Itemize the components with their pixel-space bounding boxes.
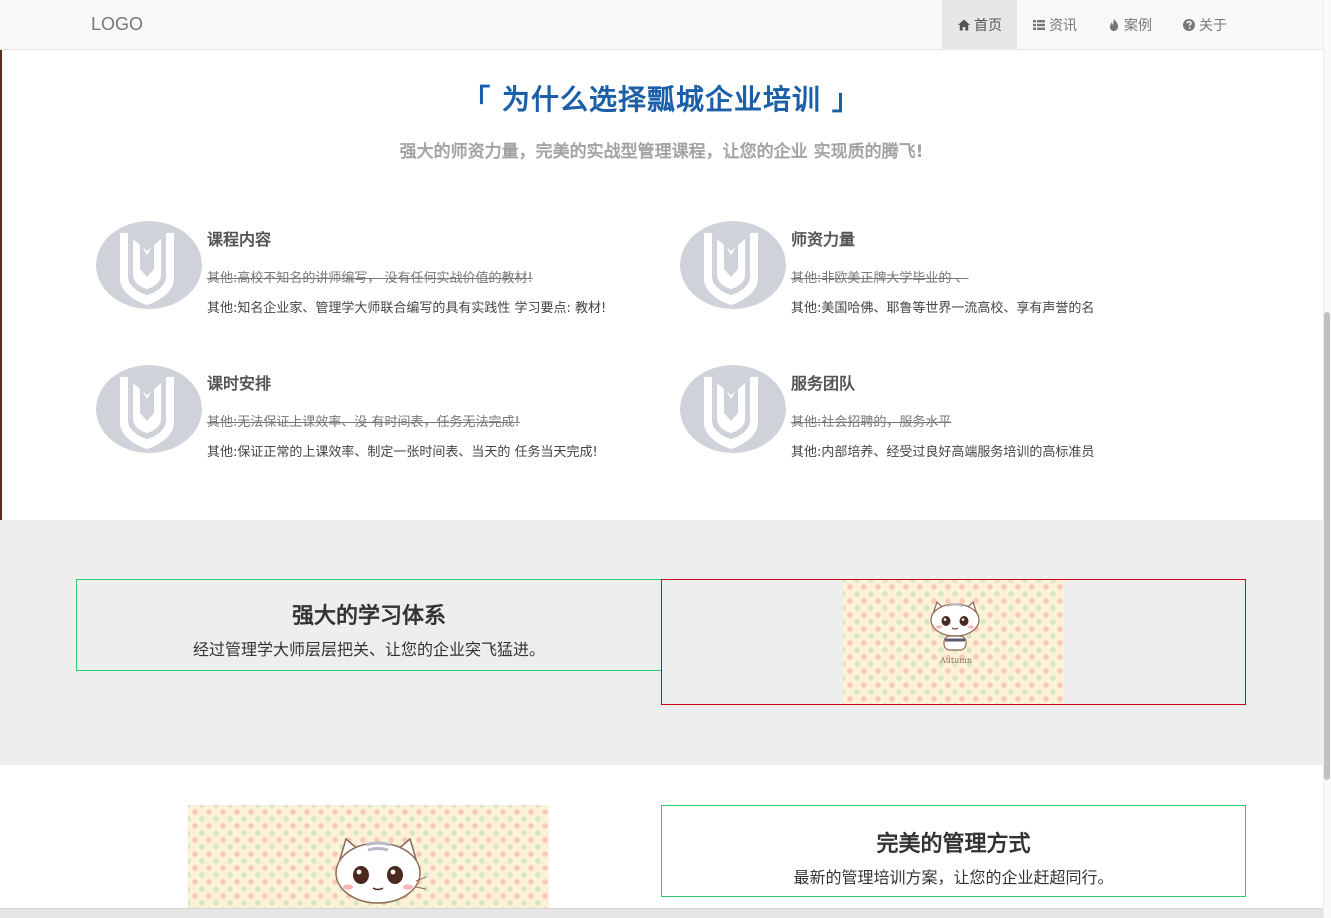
feature-title: 师资力量 — [791, 230, 856, 249]
logo[interactable]: LOGO — [91, 14, 143, 35]
feature-badge — [680, 365, 786, 453]
fire-icon — [1107, 18, 1121, 32]
nav-item-home[interactable]: 首页 — [942, 0, 1017, 49]
feature-old-text: 其他:无法保证上课效率、没 有时间表，任务无法完成! — [207, 415, 520, 430]
nav-item-cases[interactable]: 案例 — [1092, 0, 1167, 49]
feature-badge — [96, 221, 202, 309]
management-method-textbox: 完美的管理方式 最新的管理培训方案，让您的企业赶超同行。 — [661, 805, 1246, 897]
feature-title: 服务团队 — [791, 374, 856, 393]
feature-old-text: 其他:社会招聘的，服务水平 — [791, 415, 952, 430]
nav-label-home: 首页 — [974, 17, 1002, 34]
image-caption: Autumn — [940, 656, 973, 665]
cat-illustration-image: Autumn — [843, 580, 1064, 704]
feature-badge — [680, 221, 786, 309]
book-emblem-icon — [704, 233, 758, 305]
cat-icon — [930, 600, 980, 651]
section-title: 强大的学习体系 — [291, 604, 446, 629]
feature-new-text: 其他:知名企业家、管理学大师联合编写的具有实践性 学习要点: 教材! — [207, 301, 607, 316]
nav-label-cases: 案例 — [1124, 17, 1152, 34]
feature-course-content: 课程内容 其他:高校不知名的讲师编写， 没有任何实战价值的教材! 其他:知名企业… — [96, 221, 656, 321]
learning-system-textbox: 强大的学习体系 经过管理学大师层层把关、让您的企业突飞猛进。 — [76, 579, 662, 671]
question-circle-icon — [1182, 18, 1196, 32]
cat-illustration-large-image — [188, 805, 549, 918]
nav-menu: 首页 资讯 案例 关于 — [942, 0, 1242, 50]
book-emblem-icon — [120, 377, 174, 449]
page-title: 「 为什么选择瓢城企业培训 」 — [462, 83, 861, 116]
nav-label-news: 资讯 — [1049, 17, 1077, 34]
home-icon — [957, 18, 971, 32]
feature-new-text: 其他:内部培养、经受过良好高端服务培训的高标准员 — [791, 445, 1095, 460]
book-emblem-icon — [704, 377, 758, 449]
feature-schedule: 课时安排 其他:无法保证上课效率、没 有时间表，任务无法完成! 其他:保证正常的… — [96, 365, 656, 465]
page-subtitle: 强大的师资力量，完美的实战型管理课程，让您的企业 实现质的腾飞! — [399, 142, 924, 162]
feature-old-text: 其他:非欧美正牌大学毕业的 、 — [791, 271, 969, 286]
cat-icon — [335, 837, 426, 904]
section-title: 完美的管理方式 — [876, 832, 1031, 857]
section-desc: 最新的管理培训方案，让您的企业赶超同行。 — [793, 868, 1114, 887]
left-edge — [0, 50, 2, 520]
scrollbar-thumb[interactable] — [1324, 312, 1330, 780]
nav-item-about[interactable]: 关于 — [1167, 0, 1242, 49]
feature-faculty: 师资力量 其他:非欧美正牌大学毕业的 、 其他:美国哈佛、耶鲁等世界一流高校、享… — [680, 221, 1240, 321]
list-icon — [1032, 18, 1046, 32]
nav-label-about: 关于 — [1199, 17, 1227, 34]
learning-system-image-box: Autumn — [661, 579, 1246, 705]
feature-badge — [96, 365, 202, 453]
feature-service-team: 服务团队 其他:社会招聘的，服务水平 其他:内部培养、经受过良好高端服务培训的高… — [680, 365, 1240, 465]
feature-new-text: 其他:美国哈佛、耶鲁等世界一流高校、享有声誉的名 — [791, 301, 1095, 316]
book-emblem-icon — [120, 233, 174, 305]
feature-new-text: 其他:保证正常的上课效率、制定一张时间表、当天的 任务当天完成! — [207, 445, 598, 460]
navbar: LOGO 首页 资讯 案例 关于 — [0, 0, 1323, 50]
nav-item-news[interactable]: 资讯 — [1017, 0, 1092, 49]
section-desc: 经过管理学大师层层把关、让您的企业突飞猛进。 — [192, 640, 545, 659]
horizontal-scrollbar[interactable] — [0, 908, 1323, 918]
feature-old-text: 其他:高校不知名的讲师编写， 没有任何实战价值的教材! — [207, 271, 533, 286]
feature-title: 课程内容 — [207, 230, 272, 249]
feature-title: 课时安排 — [207, 374, 272, 393]
